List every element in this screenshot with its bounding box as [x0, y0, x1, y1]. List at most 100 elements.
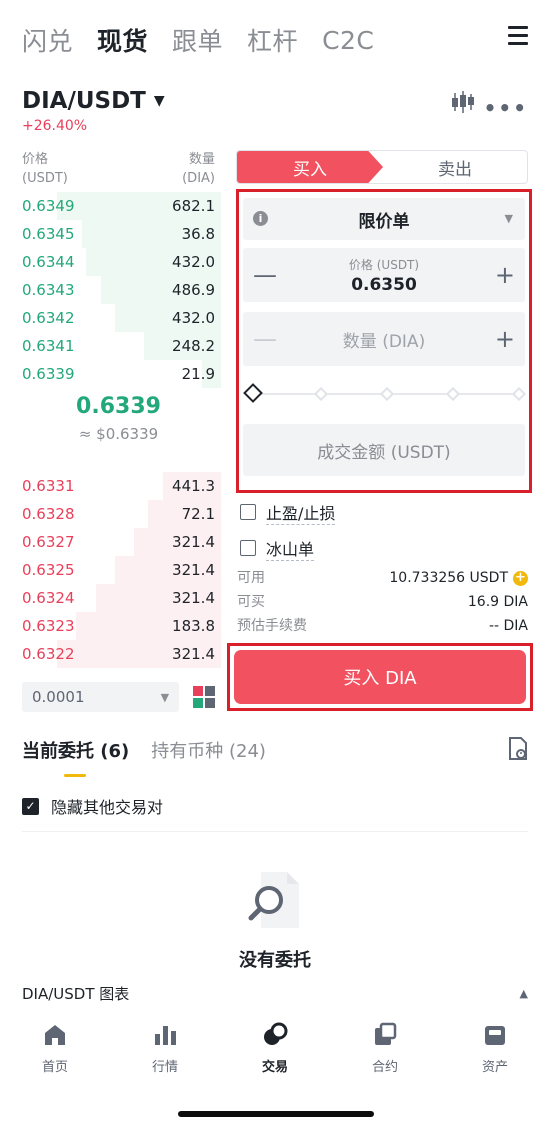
minus-icon[interactable]: — — [253, 261, 277, 289]
plus-icon[interactable]: + — [495, 261, 515, 289]
hide-other-pairs-label: 隐藏其他交易对 — [51, 798, 164, 817]
bid-row[interactable]: 0.6324 321.4 — [22, 584, 221, 612]
slider-step-100[interactable] — [511, 386, 527, 402]
amount-slider[interactable] — [243, 372, 527, 416]
iceberg-checkbox[interactable]: 冰山单 — [240, 530, 335, 566]
ask-quantity: 36.8 — [181, 225, 215, 243]
ask-price: 0.6341 — [22, 337, 75, 355]
available-value: 10.733256 USDT — [389, 570, 508, 586]
wallet-icon — [485, 1026, 505, 1045]
bid-price: 0.6328 — [22, 505, 75, 523]
futures-icon — [375, 1022, 397, 1045]
menu-icon[interactable] — [508, 26, 528, 46]
buy-button[interactable]: 买入 DIA — [234, 650, 526, 704]
tab-swap[interactable]: 闪兑 — [22, 22, 73, 58]
checkbox-checked-icon[interactable]: ✓ — [22, 797, 39, 815]
available-row: 可用 10.733256 USDT + — [237, 566, 528, 590]
home-indicator — [178, 1111, 374, 1117]
ask-row[interactable]: 0.6349 682.1 — [22, 192, 221, 220]
no-orders-icon — [248, 872, 299, 928]
bid-price: 0.6327 — [22, 533, 75, 551]
ask-quantity: 432.0 — [172, 253, 215, 271]
info-icon[interactable]: i — [253, 211, 268, 226]
slider-step-50[interactable] — [379, 386, 395, 402]
tab-copy-trading[interactable]: 跟单 — [172, 22, 223, 58]
tp-sl-label: 止盈/止损 — [266, 500, 336, 525]
tab-spot[interactable]: 现货 — [97, 22, 148, 58]
hide-other-pairs[interactable]: ✓ 隐藏其他交易对 — [22, 794, 163, 818]
price-step-select[interactable]: 0.0001 ▼ — [22, 682, 180, 712]
total-input[interactable]: 成交金额 (USDT) — [243, 424, 525, 476]
order-book-header: 价格 (USDT) 数量 (DIA) — [22, 150, 215, 192]
caret-up-icon: ▲ — [519, 986, 528, 1000]
slider-step-75[interactable] — [445, 386, 461, 402]
nav-home[interactable]: 首页 — [0, 1022, 110, 1086]
price-input[interactable]: — 价格 (USDT) 0.6350 + — [243, 248, 525, 302]
checkbox-icon[interactable] — [240, 540, 256, 556]
tab-c2c[interactable]: C2C — [322, 26, 374, 55]
tp-sl-checkbox[interactable]: 止盈/止损 — [240, 494, 336, 530]
ask-price: 0.6343 — [22, 281, 75, 299]
ask-quantity: 21.9 — [181, 365, 215, 383]
bid-price: 0.6323 — [22, 617, 75, 635]
tab-holdings[interactable]: 持有币种 (24) — [151, 737, 266, 763]
book-layout-icon[interactable] — [193, 686, 215, 708]
sell-tab[interactable]: 卖出 — [383, 151, 527, 183]
tab-margin[interactable]: 杠杆 — [247, 22, 298, 58]
nav-trade[interactable]: 交易 — [220, 1022, 330, 1086]
bid-quantity: 321.4 — [172, 589, 215, 607]
nav-markets[interactable]: 行情 — [110, 1022, 220, 1086]
ask-price: 0.6344 — [22, 253, 75, 271]
can-buy-value: 16.9 DIA — [467, 594, 528, 610]
ask-row[interactable]: 0.6345 36.8 — [22, 220, 221, 248]
buy-tab[interactable]: 买入 — [237, 151, 383, 183]
price-step-value: 0.0001 — [32, 688, 85, 706]
tab-open-orders[interactable]: 当前委托 (6) — [22, 737, 129, 777]
quantity-input[interactable]: — 数量 (DIA) + — [243, 312, 525, 366]
price-change: +26.40% — [22, 118, 88, 134]
qty-header: 数量 — [188, 152, 215, 167]
bid-row[interactable]: 0.6325 321.4 — [22, 556, 221, 584]
order-history-icon[interactable] — [508, 737, 528, 761]
bid-price: 0.6325 — [22, 561, 75, 579]
more-options-icon[interactable]: ••• — [484, 96, 528, 120]
bid-row[interactable]: 0.6322 321.4 — [22, 640, 221, 668]
fee-value: -- DIA — [488, 618, 528, 634]
caret-down-icon: ▼ — [504, 212, 513, 225]
ask-quantity: 432.0 — [172, 309, 215, 327]
minus-icon[interactable]: — — [253, 325, 277, 353]
ask-quantity: 486.9 — [172, 281, 215, 299]
nav-futures[interactable]: 合约 — [330, 1022, 440, 1086]
chart-toggle[interactable]: DIA/USDT 图表 ▲ — [22, 980, 528, 1006]
slider-step-25[interactable] — [313, 386, 329, 402]
ask-row[interactable]: 0.6344 432.0 — [22, 248, 221, 276]
top-nav: 闪兑 现货 跟单 杠杆 C2C — [22, 20, 528, 60]
qty-unit: (DIA) — [182, 171, 215, 186]
ask-row[interactable]: 0.6343 486.9 — [22, 276, 221, 304]
ask-row[interactable]: 0.6342 432.0 — [22, 304, 221, 332]
bid-row[interactable]: 0.6323 183.8 — [22, 612, 221, 640]
checkbox-icon[interactable] — [240, 504, 256, 520]
bid-row[interactable]: 0.6328 72.1 — [22, 500, 221, 528]
order-book: 价格 (USDT) 数量 (DIA) 0.6349 682.1 0.6345 36.8… — [22, 150, 221, 712]
ask-row[interactable]: 0.6341 248.2 — [22, 332, 221, 360]
nav-assets[interactable]: 资产 — [440, 1022, 550, 1086]
candlestick-chart-icon[interactable] — [450, 90, 476, 114]
bid-row[interactable]: 0.6327 321.4 — [22, 528, 221, 556]
bid-row[interactable]: 0.6331 441.3 — [22, 472, 221, 500]
ask-row[interactable]: 0.6339 21.9 — [22, 360, 221, 388]
add-funds-icon[interactable]: + — [513, 570, 528, 586]
pair-header: DIA/USDT ▼ +26.40% ••• — [22, 88, 528, 138]
price-unit: (USDT) — [22, 171, 68, 186]
last-price: 0.6339 — [76, 394, 161, 419]
fee-row: 预估手续费 -- DIA — [237, 614, 528, 638]
bid-list: 0.6331 441.3 0.6328 72.1 0.6327 321.4 0.6325 32… — [22, 472, 221, 668]
fiat-price: ≈ $0.6339 — [78, 425, 159, 443]
order-options: 止盈/止损 冰山单 — [240, 494, 336, 566]
total-placeholder: 成交金额 (USDT) — [317, 442, 451, 463]
slider-handle[interactable] — [243, 383, 263, 403]
order-type-select[interactable]: i 限价单 ▼ — [243, 198, 525, 240]
buy-button-highlight: 买入 DIA — [227, 643, 533, 711]
plus-icon[interactable]: + — [495, 325, 515, 353]
fee-label: 预估手续费 — [237, 618, 307, 634]
